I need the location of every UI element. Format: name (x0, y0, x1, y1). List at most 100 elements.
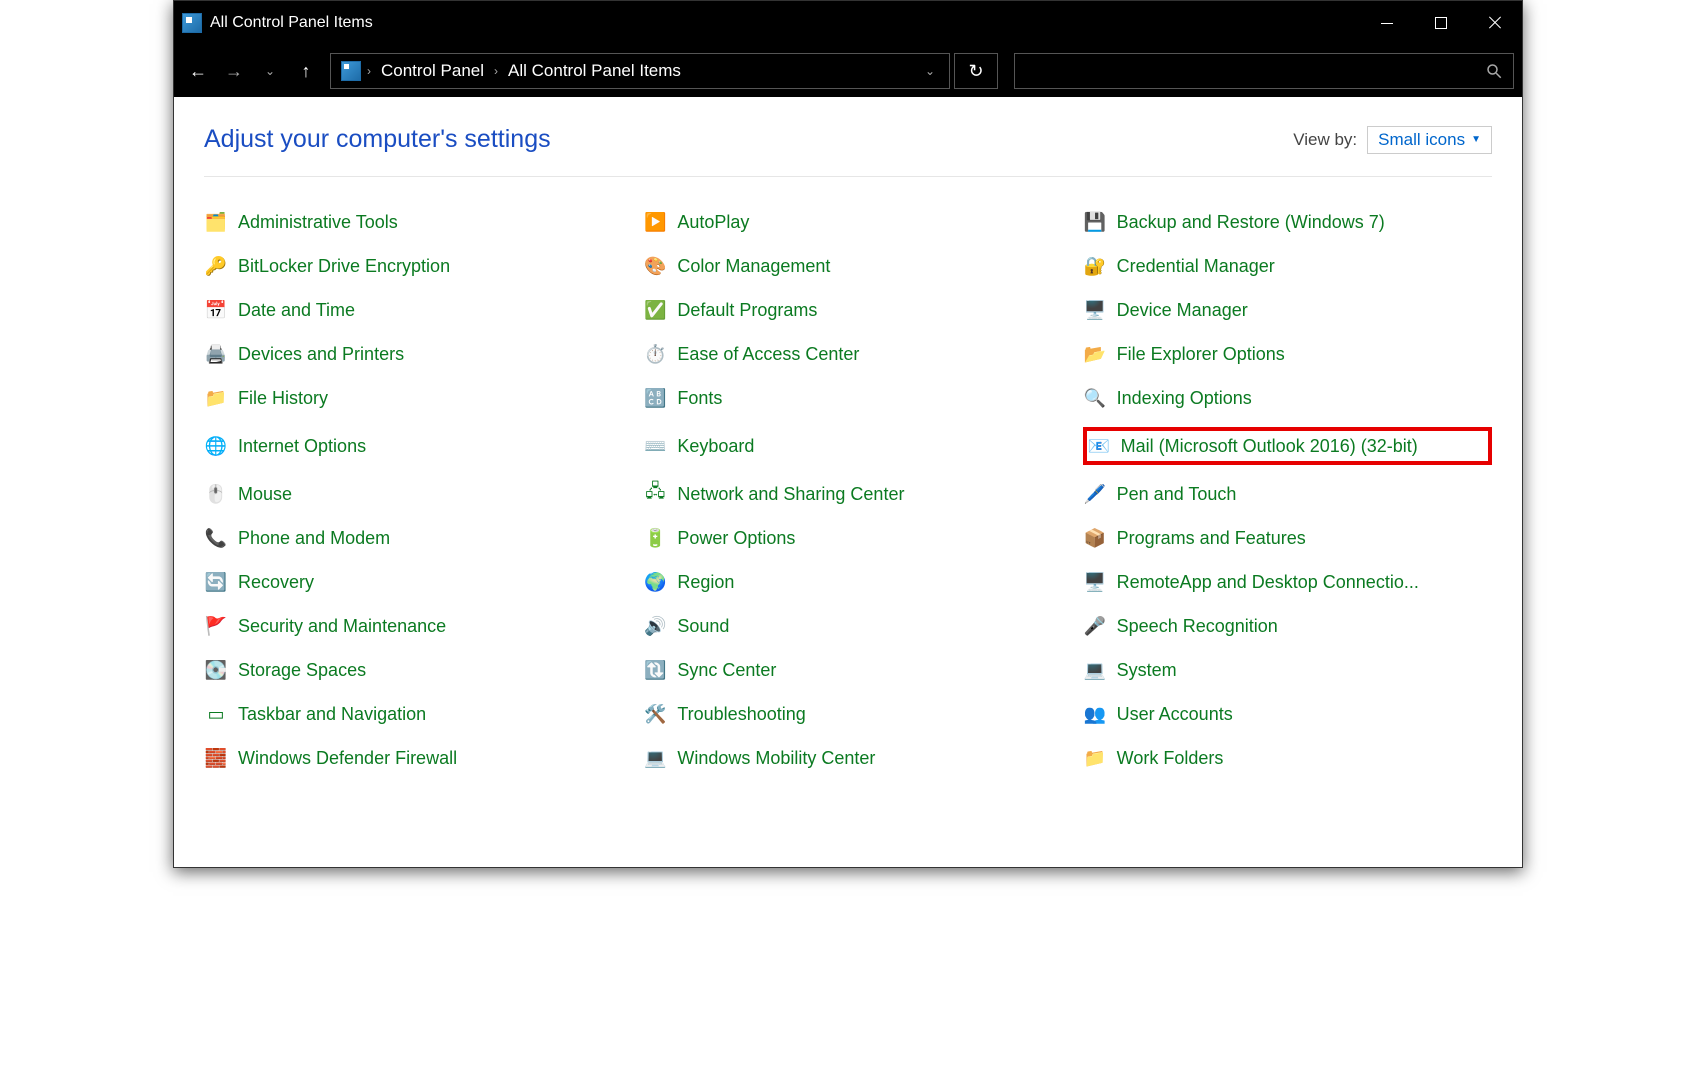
recent-locations-button[interactable]: ⌄ (254, 55, 286, 87)
item-label: Storage Spaces (238, 660, 366, 681)
search-box[interactable] (1014, 53, 1514, 89)
control-panel-icon (182, 13, 202, 33)
item-icon: 🖨️ (204, 342, 228, 366)
close-icon (1488, 16, 1502, 30)
cp-item-troubleshooting[interactable]: 🛠️Troubleshooting (643, 699, 1052, 729)
item-label: Windows Mobility Center (677, 748, 875, 769)
item-icon: ⏱️ (643, 342, 667, 366)
cp-item-device-manager[interactable]: 🖥️Device Manager (1083, 295, 1492, 325)
item-label: Mouse (238, 484, 292, 505)
cp-item-speech-recognition[interactable]: 🎤Speech Recognition (1083, 611, 1492, 641)
item-label: Date and Time (238, 300, 355, 321)
item-label: Indexing Options (1117, 388, 1252, 409)
cp-item-mail-microsoft-outlook-2016-32-bit[interactable]: 📧 Mail (Microsoft Outlook 2016) (32-bit) (1083, 427, 1492, 465)
item-icon: 📁 (204, 386, 228, 410)
cp-item-pen-and-touch[interactable]: 🖊️Pen and Touch (1083, 479, 1492, 509)
cp-item-region[interactable]: 🌍Region (643, 567, 1052, 597)
minimize-button[interactable] (1360, 1, 1414, 45)
viewby-control: View by: Small icons ▼ (1293, 126, 1492, 154)
item-label: Mail (Microsoft Outlook 2016) (32-bit) (1121, 436, 1418, 457)
viewby-dropdown[interactable]: Small icons ▼ (1367, 126, 1492, 154)
cp-item-taskbar-and-navigation[interactable]: ▭Taskbar and Navigation (204, 699, 613, 729)
cp-item-devices-and-printers[interactable]: 🖨️ Devices and Printers (204, 339, 613, 369)
cp-item-sound[interactable]: 🔊 Sound (643, 611, 1052, 641)
item-label: Sound (677, 616, 729, 637)
cp-item-date-and-time[interactable]: 📅 Date and Time (204, 295, 613, 325)
item-icon: 👥 (1083, 702, 1107, 726)
item-icon: 🔃 (643, 658, 667, 682)
close-button[interactable] (1468, 1, 1522, 45)
cp-item-recovery[interactable]: 🔄Recovery (204, 567, 613, 597)
back-button[interactable]: ← (182, 55, 214, 87)
cp-item-remoteapp-and-desktop-connectio[interactable]: 🖥️RemoteApp and Desktop Connectio... (1083, 567, 1492, 597)
cp-item-bitlocker-drive-encryption[interactable]: 🔑BitLocker Drive Encryption (204, 251, 613, 281)
cp-item-windows-mobility-center[interactable]: 💻Windows Mobility Center (643, 743, 1052, 773)
cp-item-system[interactable]: 💻System (1083, 655, 1492, 685)
cp-item-storage-spaces[interactable]: 💽 Storage Spaces (204, 655, 613, 685)
item-label: Device Manager (1117, 300, 1248, 321)
cp-item-file-explorer-options[interactable]: 📂File Explorer Options (1083, 339, 1492, 369)
item-label: Sync Center (677, 660, 776, 681)
item-label: Work Folders (1117, 748, 1224, 769)
cp-item-credential-manager[interactable]: 🔐Credential Manager (1083, 251, 1492, 281)
cp-item-default-programs[interactable]: ✅Default Programs (643, 295, 1052, 325)
cp-item-ease-of-access-center[interactable]: ⏱️ Ease of Access Center (643, 339, 1052, 369)
item-label: Phone and Modem (238, 528, 390, 549)
item-label: Keyboard (677, 436, 754, 457)
item-icon: 📧 (1087, 434, 1111, 458)
item-icon: 📅 (204, 298, 228, 322)
item-icon: 🚩 (204, 614, 228, 638)
item-icon: 🔊 (643, 614, 667, 638)
cp-item-indexing-options[interactable]: 🔍 Indexing Options (1083, 383, 1492, 413)
forward-button[interactable]: → (218, 55, 250, 87)
breadcrumb-current[interactable]: All Control Panel Items (508, 61, 681, 81)
maximize-icon (1435, 17, 1447, 29)
item-label: System (1117, 660, 1177, 681)
item-label: Region (677, 572, 734, 593)
cp-item-work-folders[interactable]: 📁Work Folders (1083, 743, 1492, 773)
minimize-icon (1381, 23, 1393, 24)
cp-item-power-options[interactable]: 🔋Power Options (643, 523, 1052, 553)
cp-item-phone-and-modem[interactable]: 📞Phone and Modem (204, 523, 613, 553)
item-icon: 🎤 (1083, 614, 1107, 638)
up-button[interactable]: ↑ (290, 55, 322, 87)
address-bar[interactable]: › Control Panel › All Control Panel Item… (330, 53, 950, 89)
cp-item-file-history[interactable]: 📁 File History (204, 383, 613, 413)
item-label: File History (238, 388, 328, 409)
cp-item-autoplay[interactable]: ▶️AutoPlay (643, 207, 1052, 237)
item-label: Ease of Access Center (677, 344, 859, 365)
window-title: All Control Panel Items (210, 14, 373, 32)
cp-item-programs-and-features[interactable]: 📦Programs and Features (1083, 523, 1492, 553)
item-label: AutoPlay (677, 212, 749, 233)
item-label: RemoteApp and Desktop Connectio... (1117, 572, 1419, 593)
item-label: Devices and Printers (238, 344, 404, 365)
cp-item-network-and-sharing-center[interactable]: 🖧Network and Sharing Center (643, 479, 1052, 509)
cp-item-sync-center[interactable]: 🔃 Sync Center (643, 655, 1052, 685)
cp-item-fonts[interactable]: 🔠Fonts (643, 383, 1052, 413)
cp-item-administrative-tools[interactable]: 🗂️Administrative Tools (204, 207, 613, 237)
item-icon: 🔍 (1083, 386, 1107, 410)
items-grid: 🗂️Administrative Tools 🔑BitLocker Drive E… (204, 207, 1492, 773)
titlebar[interactable]: All Control Panel Items (174, 1, 1522, 45)
item-label: Pen and Touch (1117, 484, 1237, 505)
refresh-button[interactable]: ↻ (954, 53, 998, 89)
viewby-label: View by: (1293, 130, 1357, 150)
maximize-button[interactable] (1414, 1, 1468, 45)
address-dropdown[interactable]: ⌄ (915, 64, 945, 78)
item-icon: 💽 (204, 658, 228, 682)
content-area: Adjust your computer's settings View by:… (174, 97, 1522, 867)
item-icon: ▭ (204, 702, 228, 726)
cp-item-mouse[interactable]: 🖱️Mouse (204, 479, 613, 509)
heading-row: Adjust your computer's settings View by:… (204, 125, 1492, 177)
cp-item-user-accounts[interactable]: 👥User Accounts (1083, 699, 1492, 729)
cp-item-keyboard[interactable]: ⌨️Keyboard (643, 427, 1052, 465)
item-label: BitLocker Drive Encryption (238, 256, 450, 277)
control-panel-icon (341, 61, 361, 81)
cp-item-security-and-maintenance[interactable]: 🚩Security and Maintenance (204, 611, 613, 641)
item-icon: 💾 (1083, 210, 1107, 234)
cp-item-color-management[interactable]: 🎨Color Management (643, 251, 1052, 281)
cp-item-internet-options[interactable]: 🌐Internet Options (204, 427, 613, 465)
cp-item-backup-and-restore-windows-7[interactable]: 💾Backup and Restore (Windows 7) (1083, 207, 1492, 237)
breadcrumb-root[interactable]: Control Panel (381, 61, 484, 81)
cp-item-windows-defender-firewall[interactable]: 🧱Windows Defender Firewall (204, 743, 613, 773)
